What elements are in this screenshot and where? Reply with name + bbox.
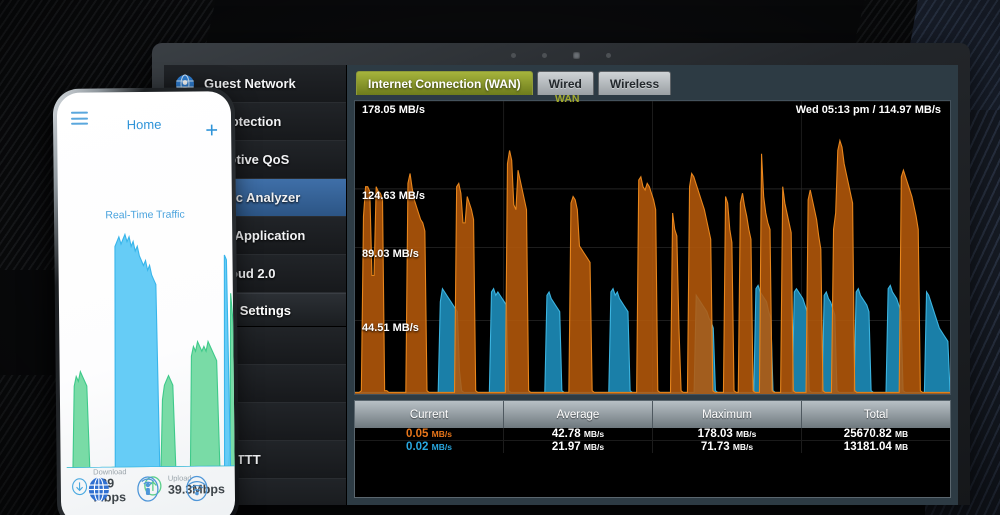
wan-group-label: WAN <box>555 93 580 105</box>
main-content: Internet Connection (WAN) Wired Wireless 1… <box>347 65 958 505</box>
cell-value: 71.73 <box>700 441 730 453</box>
cell-unit: MB/s <box>736 429 757 439</box>
cell-average: 21.97 MB/s <box>504 441 653 453</box>
statistics-table-body: 0.05 MB/s 42.78 MB/s 178.03 MB/s 25670.82 M… <box>355 428 950 453</box>
column-header-current: Current <box>355 401 504 428</box>
statistics-table-header: Current Average Maximum Total <box>355 401 950 428</box>
chart-y-tick-label: 124.63 MB/s <box>362 189 425 202</box>
cell-total: 25670.82 MB <box>802 428 950 440</box>
sensor-dot-icon <box>606 52 611 58</box>
cell-unit: MB/s <box>583 429 605 439</box>
cell-unit: MB/s <box>431 442 452 452</box>
phone-traffic-chart <box>66 232 236 468</box>
wifi-icon[interactable] <box>181 471 211 505</box>
column-header-average: Average <box>504 401 653 428</box>
cell-value: 21.97 <box>551 441 581 453</box>
tab-wireless[interactable]: Wireless <box>597 71 672 95</box>
cell-average: 42.78 MB/s <box>504 428 653 440</box>
cell-unit: MB/s <box>732 442 754 452</box>
cell-unit: MB <box>894 429 909 439</box>
phone-device: Home + Real-Time Traffic Download 929 Mb… <box>52 87 240 515</box>
chart-y-tick-label: 44.51 MB/s <box>362 321 419 334</box>
traffic-chart-panel: 178.05 MB/s Wed 05:13 pm / 114.97 MB/s 1… <box>354 100 951 395</box>
cell-unit: MB/s <box>431 429 452 439</box>
laptop-device: Guest Network AiProtection Adaptive QoS Tra… <box>152 43 970 505</box>
cell-value: 13181.04 <box>843 441 892 453</box>
statistics-table: Current Average Maximum Total WAN 0.05 MB/s… <box>354 93 951 498</box>
cell-current: 0.05 MB/s <box>355 428 504 440</box>
globe-icon[interactable] <box>84 472 114 506</box>
chart-peak-label: 178.05 MB/s <box>362 104 425 116</box>
phone-screen: Home + Real-Time Traffic Download 929 Mb… <box>56 91 236 515</box>
cell-maximum: 71.73 MB/s <box>653 441 802 453</box>
cell-value: 0.02 <box>406 441 429 453</box>
column-header-total: Total <box>802 401 950 428</box>
webcam-icon <box>573 51 580 59</box>
tab-bar: Internet Connection (WAN) Wired Wireless <box>354 71 951 95</box>
cell-unit: MB/s <box>583 442 605 452</box>
table-row: 0.02 MB/s 21.97 MB/s 71.73 MB/s 13181.04 MB <box>355 440 950 453</box>
chart-timestamp-rate: Wed 05:13 pm / 114.97 MB/s <box>795 104 941 116</box>
realtime-traffic-title: Real-Time Traffic <box>105 208 185 222</box>
laptop-bezel-sensors <box>152 50 970 60</box>
cell-value: 0.05 <box>406 428 429 440</box>
phone-bottom-nav <box>61 471 235 507</box>
router-admin-screen: Guest Network AiProtection Adaptive QoS Tra… <box>164 65 958 505</box>
cell-value: 25670.82 <box>843 428 892 440</box>
column-header-maximum: Maximum <box>653 401 802 428</box>
chart-y-tick-label: 89.03 MB/s <box>362 248 419 261</box>
cell-value: 42.78 <box>551 428 581 440</box>
table-row: 0.05 MB/s 42.78 MB/s 178.03 MB/s 25670.82 M… <box>355 428 950 440</box>
device-icon[interactable] <box>133 472 163 506</box>
traffic-chart-svg <box>355 101 950 394</box>
cell-maximum: 178.03 MB/s <box>653 428 802 440</box>
add-button[interactable]: + <box>205 117 218 142</box>
cell-value: 178.03 <box>697 428 733 440</box>
cell-unit: MB <box>894 442 909 452</box>
tab-internet-connection-wan[interactable]: Internet Connection (WAN) <box>356 71 533 95</box>
cell-total: 13181.04 MB <box>802 441 950 453</box>
sensor-dot-icon <box>511 52 516 58</box>
cell-current: 0.02 MB/s <box>355 441 504 453</box>
sensor-dot-icon <box>542 52 547 58</box>
tab-wired[interactable]: Wired <box>536 71 594 95</box>
